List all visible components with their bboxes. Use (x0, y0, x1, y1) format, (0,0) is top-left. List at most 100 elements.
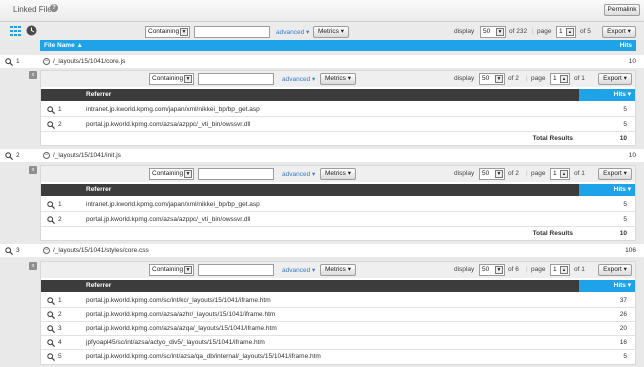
stepper-icon: ▴ (566, 28, 574, 36)
export-button[interactable]: Export ▾ (598, 168, 632, 180)
hits-value: 5 (623, 353, 627, 360)
search-input[interactable] (198, 168, 274, 180)
hits-value: 5 (623, 201, 627, 208)
magnify-icon[interactable] (47, 121, 55, 129)
table-row[interactable]: 2 portal.jp.kworld.kpmg.com/azsa/azppc/_… (41, 118, 635, 131)
close-icon[interactable]: x (29, 262, 37, 270)
export-button[interactable]: Export ▾ (602, 26, 636, 38)
table-row[interactable]: 2 − /_layouts/15/1041/init.js 10 (0, 149, 644, 162)
table-row[interactable]: 1 intranet.jp.kworld.kpmg.com/japan/xml/… (41, 198, 635, 211)
page-input[interactable]: 1 ▴ (556, 26, 576, 38)
close-icon[interactable]: x (29, 71, 37, 79)
table-row[interactable]: 3 portal.jp.kworld.kpmg.com/azsa/azqa/_l… (41, 322, 635, 335)
magnify-icon[interactable] (47, 353, 55, 361)
advanced-link[interactable]: advanced ▾ (282, 170, 315, 178)
row-number: 2 (58, 121, 62, 128)
export-button[interactable]: Export ▾ (598, 264, 632, 276)
file-name[interactable]: /_layouts/15/1041/styles/core.css (53, 244, 149, 257)
table-row[interactable]: 3 − /_layouts/15/1041/styles/core.css 10… (0, 244, 644, 257)
table-view-icon[interactable] (10, 26, 21, 36)
magnify-icon[interactable] (47, 201, 55, 209)
magnify-icon[interactable] (47, 216, 55, 224)
row-number: 4 (58, 339, 62, 346)
referrer-url[interactable]: portal.jp.kworld.kpmg.com/azsa/azppc/_vt… (86, 118, 250, 131)
referrer-url[interactable]: jpfyoapl45/sc/int/azsa/actyo_div5/_layou… (86, 336, 265, 349)
referrer-url[interactable]: portal.jp.kworld.kpmg.com/azsa/azppc/_vt… (86, 213, 250, 226)
table-row[interactable]: 2 portal.jp.kworld.kpmg.com/azsa/azppc/_… (41, 213, 635, 226)
advanced-link[interactable]: advanced ▾ (282, 266, 315, 274)
magnify-icon[interactable] (47, 311, 55, 319)
display-count-select[interactable]: 50 ▼ (479, 264, 505, 276)
export-label: Export (607, 28, 626, 35)
row-number: 1 (58, 297, 62, 304)
display-count-select[interactable]: 50 ▼ (479, 168, 505, 180)
metrics-button[interactable]: Metrics ▾ (320, 168, 356, 180)
display-count-select[interactable]: 50 ▼ (480, 26, 506, 38)
magnify-icon[interactable] (5, 152, 13, 160)
magnify-icon[interactable] (5, 58, 13, 66)
containing-select[interactable]: Containing ▼ (149, 264, 194, 276)
metrics-button[interactable]: Metrics ▾ (320, 73, 356, 85)
table-row[interactable]: 1 intranet.jp.kworld.kpmg.com/japan/xml/… (41, 103, 635, 116)
search-input[interactable] (198, 264, 274, 276)
hits-column-header[interactable]: Hits ▾ (579, 280, 635, 292)
close-icon[interactable]: x (29, 166, 37, 174)
referrer-url[interactable]: portal.jp.kworld.kpmg.com/sc/int/azsa/qa… (86, 350, 321, 363)
hits-value: 5 (623, 121, 627, 128)
collapse-icon[interactable]: − (43, 58, 50, 65)
page-input[interactable]: 1 ▴ (550, 264, 570, 276)
referrer-url[interactable]: portal.jp.kworld.kpmg.com/azsa/azhr/_lay… (86, 308, 275, 321)
page-count: of 1 (574, 266, 585, 273)
advanced-link[interactable]: advanced ▾ (282, 75, 315, 83)
referrer-column-header[interactable]: Referrer (41, 89, 579, 101)
magnify-icon[interactable] (47, 339, 55, 347)
row-divider (41, 116, 635, 117)
table-row[interactable]: 2 portal.jp.kworld.kpmg.com/azsa/azhr/_l… (41, 308, 635, 321)
advanced-link[interactable]: advanced ▾ (276, 28, 309, 36)
referrer-url[interactable]: portal.jp.kworld.kpmg.com/azsa/azqa/_lay… (86, 322, 277, 335)
metrics-button[interactable]: Metrics ▾ (313, 26, 349, 38)
main-table-header: File Name ▲ Hits (40, 40, 636, 51)
magnify-icon[interactable] (47, 297, 55, 305)
help-icon[interactable]: ? (50, 4, 58, 12)
referrer-column-header[interactable]: Referrer (41, 280, 579, 292)
page-label: page (531, 266, 546, 273)
table-row[interactable]: 1 − /_layouts/15/1041/core.js 10 (0, 55, 644, 68)
metrics-button[interactable]: Metrics ▾ (320, 264, 356, 276)
containing-select[interactable]: Containing ▼ (145, 26, 190, 38)
display-count-select[interactable]: 50 ▼ (479, 73, 505, 85)
hits-column-header[interactable]: Hits (620, 40, 632, 51)
collapse-icon[interactable]: − (43, 152, 50, 159)
collapse-icon[interactable]: − (43, 247, 50, 254)
display-label: display (454, 170, 475, 177)
page-input[interactable]: 1 ▴ (550, 73, 570, 85)
magnify-icon[interactable] (47, 106, 55, 114)
permalink-button[interactable]: Permalink (604, 4, 640, 16)
clock-view-icon[interactable] (26, 25, 37, 36)
file-name[interactable]: /_layouts/15/1041/init.js (53, 149, 121, 162)
hits-column-header[interactable]: Hits ▾ (579, 89, 635, 101)
referrer-header-label: Referrer (86, 282, 112, 289)
export-button[interactable]: Export ▾ (598, 73, 632, 85)
table-row[interactable]: 4 jpfyoapl45/sc/int/azsa/actyo_div5/_lay… (41, 336, 635, 349)
table-row[interactable]: 1 portal.jp.kworld.kpmg.com/sc/int/kc/_l… (41, 294, 635, 307)
sub-toolbar: Containing ▼ advanced ▾ Metrics ▾ display… (41, 71, 635, 87)
referrer-url[interactable]: intranet.jp.kworld.kpmg.com/japan/xml/ni… (86, 198, 260, 211)
chevron-down-icon: ▼ (495, 75, 503, 83)
page-input[interactable]: 1 ▴ (550, 168, 570, 180)
total-count: of 2 (508, 75, 519, 82)
containing-select[interactable]: Containing ▼ (149, 73, 194, 85)
magnify-icon[interactable] (5, 247, 13, 255)
search-input[interactable] (198, 73, 274, 85)
containing-select[interactable]: Containing ▼ (149, 168, 194, 180)
referrer-url[interactable]: portal.jp.kworld.kpmg.com/sc/int/kc/_lay… (86, 294, 271, 307)
referrer-column-header[interactable]: Referrer (41, 184, 579, 196)
magnify-icon[interactable] (47, 325, 55, 333)
file-name-column-header[interactable]: File Name ▲ (44, 40, 83, 51)
search-input[interactable] (194, 26, 270, 38)
table-row[interactable]: 5 portal.jp.kworld.kpmg.com/sc/int/azsa/… (41, 350, 635, 363)
page-count: of 5 (580, 28, 591, 35)
hits-column-header[interactable]: Hits ▾ (579, 184, 635, 196)
file-name[interactable]: /_layouts/15/1041/core.js (53, 55, 125, 68)
referrer-url[interactable]: intranet.jp.kworld.kpmg.com/japan/xml/ni… (86, 103, 260, 116)
